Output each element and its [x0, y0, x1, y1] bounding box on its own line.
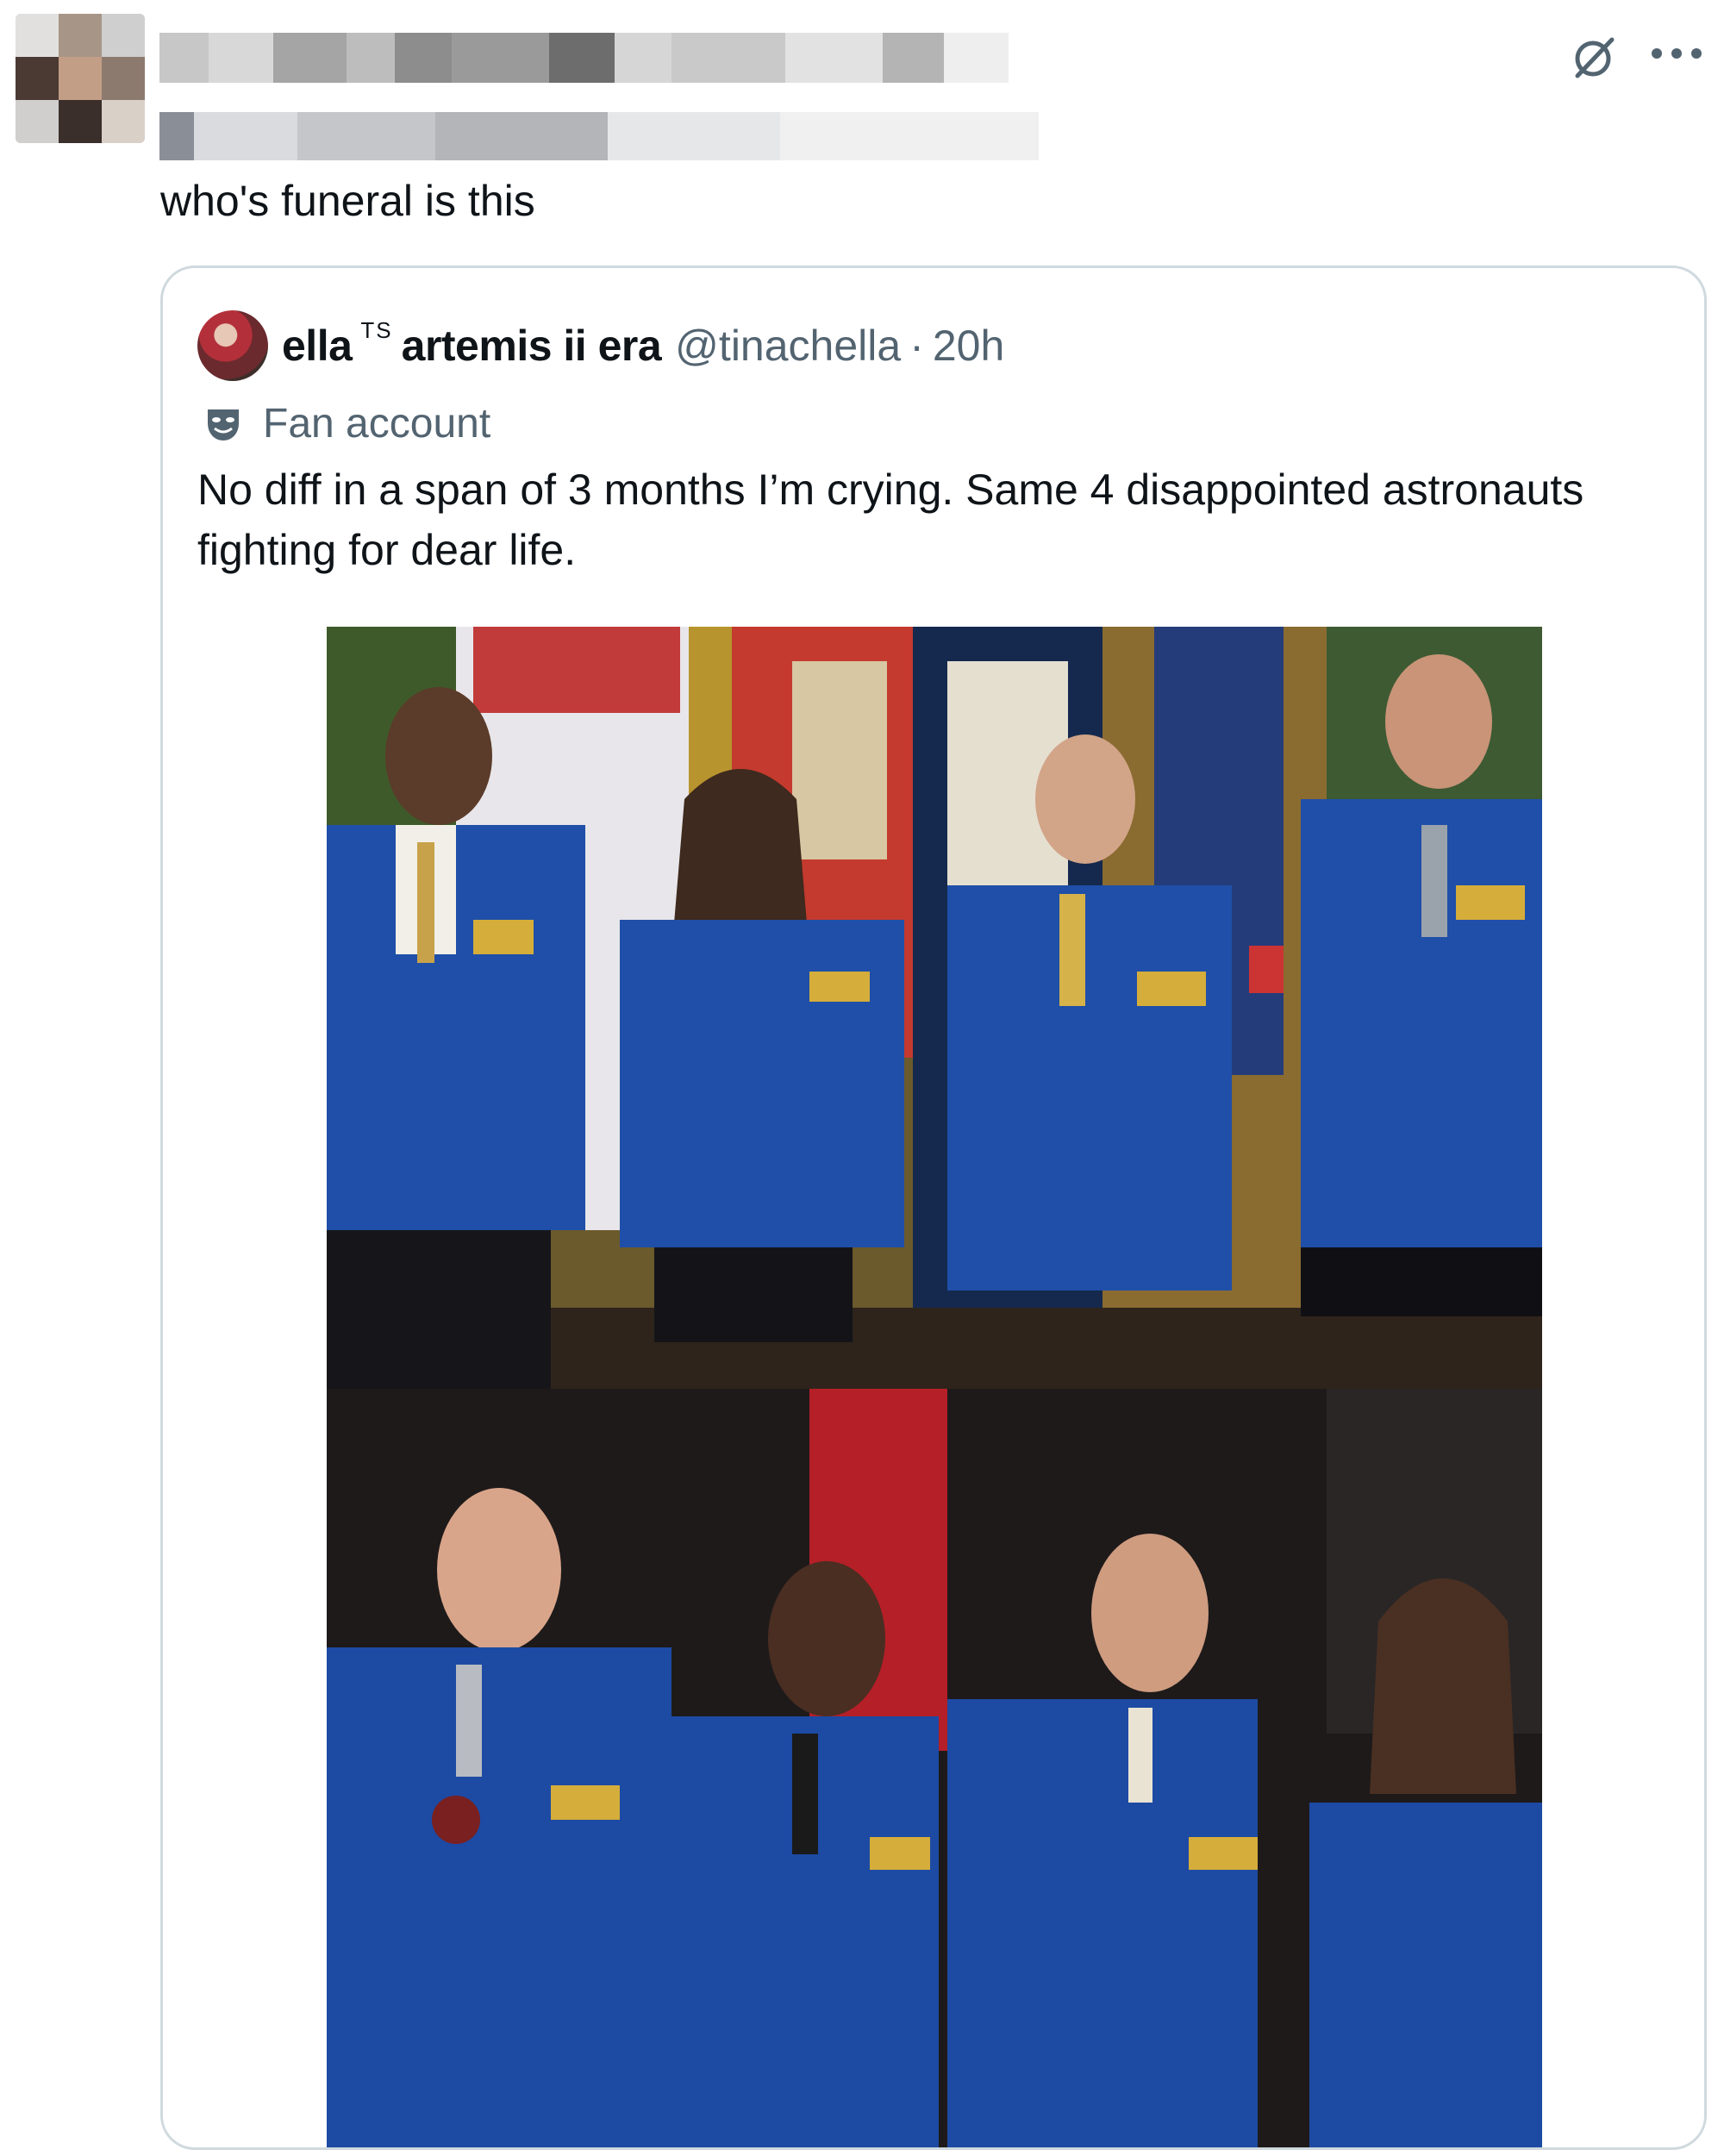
tweet-text: who's funeral is this — [160, 177, 535, 225]
quoted-tweet-header: ella TS artemis ii era @tinachella · 20h — [197, 310, 1004, 381]
author-avatar-blurred[interactable] — [16, 14, 145, 143]
quoted-timestamp[interactable]: 20h — [933, 321, 1004, 371]
quoted-tweet-media[interactable] — [327, 627, 1542, 2147]
quoted-tweet-card[interactable]: ella TS artemis ii era @tinachella · 20h F… — [160, 266, 1707, 2150]
quoted-tweet-body: No diff in a span of 3 months I’m crying… — [197, 466, 1584, 574]
separator-dot: · — [909, 322, 924, 370]
theater-mask-icon — [208, 409, 239, 441]
slashed-circle-icon[interactable] — [1567, 31, 1619, 83]
account-label[interactable]: Fan account — [203, 389, 490, 458]
media-photo-top[interactable] — [327, 627, 1542, 1389]
author-handle-blurred[interactable] — [159, 112, 1039, 160]
media-photo-bottom[interactable] — [327, 1389, 1542, 2147]
name-badge: TS — [360, 317, 393, 344]
author-name-blurred[interactable] — [159, 33, 1009, 83]
quoted-author-handle[interactable]: @tinachella — [675, 321, 901, 371]
account-label-text: Fan account — [263, 400, 491, 447]
quoted-display-name: ella — [282, 322, 353, 370]
quoted-author-name[interactable]: ella TS artemis ii era — [282, 317, 662, 371]
more-dots-icon[interactable] — [1646, 36, 1707, 71]
quoted-name-suffix: artemis ii era — [401, 322, 662, 370]
quoted-author-avatar[interactable] — [197, 310, 268, 381]
